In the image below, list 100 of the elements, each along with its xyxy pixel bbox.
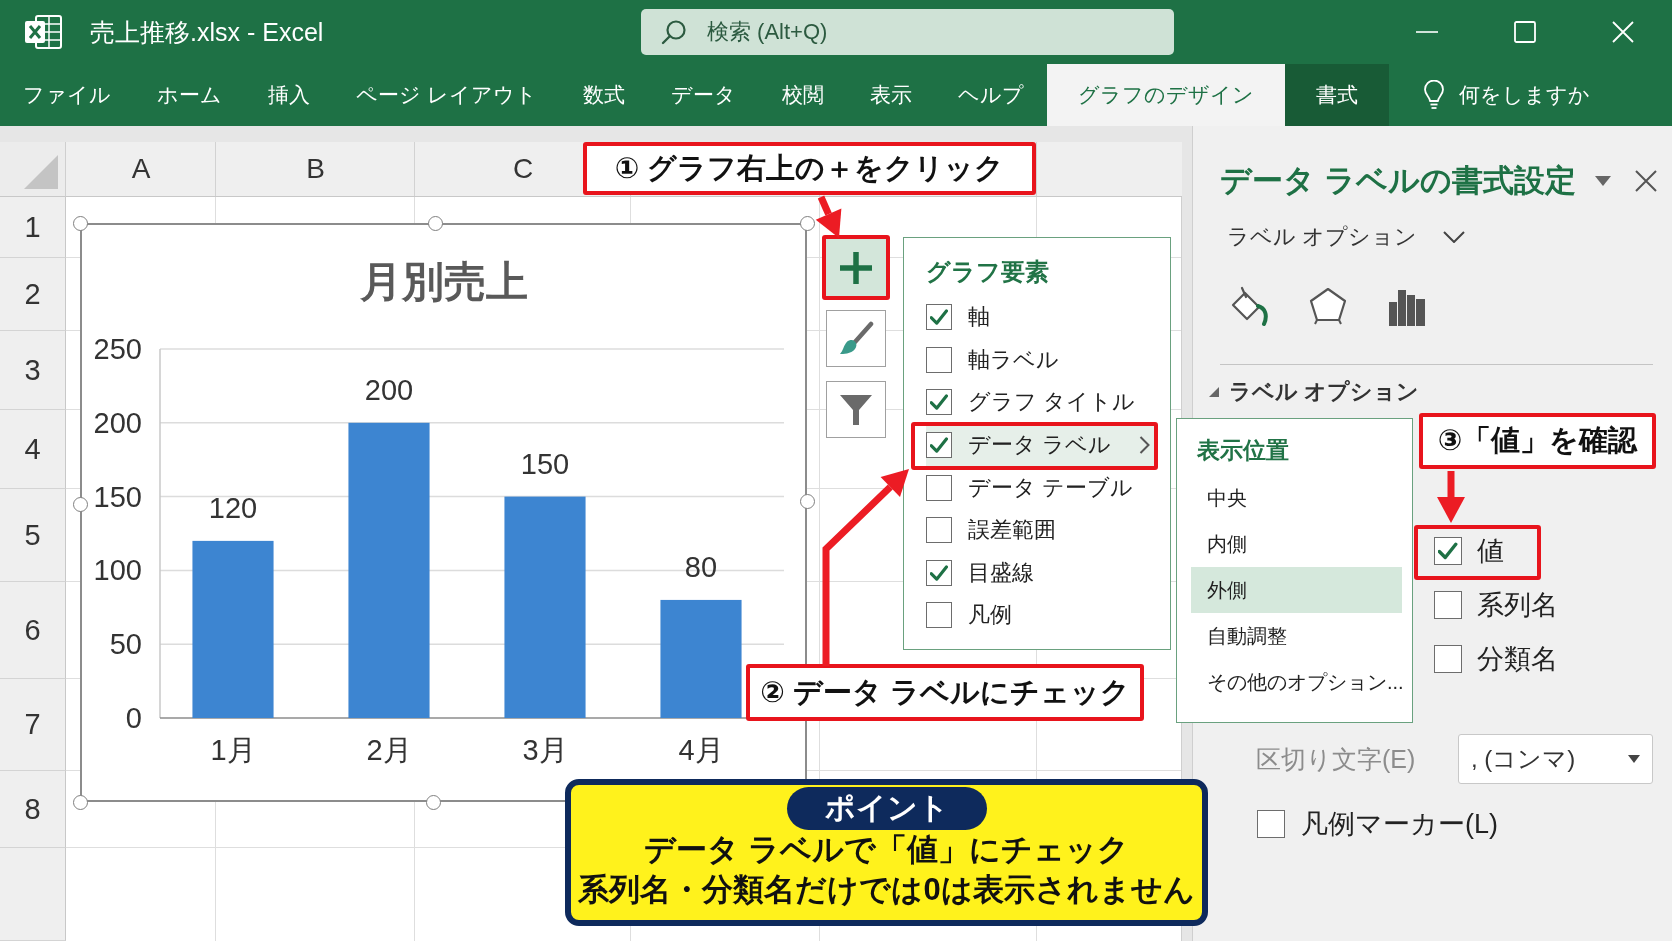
- row-header[interactable]: 3: [0, 331, 66, 410]
- row-header[interactable]: 1: [0, 197, 66, 258]
- ribbon-tab[interactable]: ページ レイアウト: [333, 64, 560, 126]
- field-label: 区切り文字(E): [1256, 743, 1416, 775]
- axis-tick-label: 100: [93, 554, 142, 587]
- category-label: 4月: [678, 734, 724, 766]
- brush-icon: [838, 320, 874, 357]
- section-header[interactable]: ラベル オプション: [1209, 378, 1420, 406]
- menu-item[interactable]: グラフ タイトル: [926, 381, 1166, 424]
- data-label: 80: [684, 550, 718, 583]
- row-header[interactable]: 2: [0, 258, 66, 331]
- checkbox[interactable]: [926, 474, 952, 501]
- column-header[interactable]: B: [306, 153, 325, 185]
- checkbox[interactable]: [926, 346, 952, 373]
- data-label: 150: [520, 447, 570, 480]
- row-header[interactable]: 8: [0, 771, 66, 848]
- lightbulb-icon: [1422, 80, 1445, 110]
- submenu-title: 表示位置: [1197, 435, 1289, 465]
- dropdown-caret-icon[interactable]: [1595, 176, 1611, 186]
- ribbon-tab[interactable]: グラフのデザイン: [1046, 64, 1285, 126]
- checkbox[interactable]: [1434, 591, 1462, 619]
- column-header[interactable]: A: [131, 153, 151, 185]
- row-header[interactable]: 6: [0, 582, 66, 679]
- axis-tick-label: 150: [93, 480, 142, 513]
- menu-item[interactable]: 軸ラベル: [926, 338, 1166, 382]
- ribbon-tab[interactable]: ヘルプ: [934, 64, 1047, 126]
- checkbox[interactable]: [926, 517, 952, 544]
- menu-item[interactable]: 目盛線: [926, 551, 1166, 595]
- spreadsheet-logo-icon: [24, 14, 62, 50]
- search-field[interactable]: 検索 (Alt+Q): [641, 9, 1174, 55]
- menu-item[interactable]: 凡例: [926, 594, 1166, 637]
- paint-bucket-icon[interactable]: [1229, 286, 1269, 326]
- checkbox-label: 値: [1477, 535, 1504, 568]
- menu-item[interactable]: データ ラベル: [926, 423, 1156, 467]
- caret-icon: [1628, 755, 1640, 763]
- plus-icon: [838, 249, 874, 286]
- menu-item[interactable]: 自動調整: [1191, 613, 1410, 659]
- row-header[interactable]: 4: [0, 410, 66, 489]
- checkmark-icon: [929, 563, 949, 582]
- maximize-icon: [1514, 21, 1536, 43]
- checkbox[interactable]: [926, 432, 952, 459]
- checkbox-label: 系列名: [1477, 589, 1558, 622]
- minimize-icon: [1416, 31, 1438, 33]
- ribbon-tab[interactable]: 表示: [846, 64, 935, 126]
- menu-item[interactable]: 軸: [926, 296, 1166, 339]
- data-label: 120: [208, 491, 258, 524]
- menu-item[interactable]: 内側: [1191, 521, 1410, 567]
- chart-elements-button[interactable]: [826, 239, 886, 296]
- menu-item[interactable]: 外側: [1191, 567, 1402, 613]
- checkbox[interactable]: [926, 559, 952, 586]
- close-icon: [1612, 21, 1634, 43]
- category-label: 2月: [366, 734, 412, 766]
- checkbox[interactable]: [1434, 537, 1462, 565]
- row-header[interactable]: 5: [0, 489, 66, 582]
- close-icon[interactable]: [1635, 170, 1657, 192]
- checkbox[interactable]: [1257, 810, 1285, 838]
- menu-item[interactable]: 誤差範囲: [926, 508, 1166, 552]
- checkbox[interactable]: [926, 304, 952, 331]
- menu-item[interactable]: 中央: [1191, 475, 1410, 521]
- arrow: [1437, 471, 1465, 523]
- checkmark-icon: [929, 308, 949, 327]
- ribbon-tab[interactable]: ファイル: [0, 64, 134, 126]
- ribbon-tab[interactable]: 挿入: [245, 64, 333, 126]
- tell-me-field[interactable]: 何をしますか: [1422, 80, 1590, 110]
- ribbon-tab[interactable]: データ: [647, 64, 759, 126]
- category-label: 3月: [522, 734, 568, 766]
- axis-tick-label: 200: [93, 406, 142, 439]
- checkmark-icon: [929, 435, 949, 455]
- checkbox[interactable]: [926, 389, 952, 416]
- ribbon-tab[interactable]: 書式: [1284, 64, 1389, 126]
- category-label: 1月: [210, 734, 256, 766]
- ribbon-tab[interactable]: 数式: [559, 64, 648, 126]
- checkbox[interactable]: [1434, 645, 1462, 673]
- point-text: データ ラベルで「値」にチェック: [644, 831, 1129, 869]
- window-title: 売上推移.xlsx - Excel: [90, 16, 324, 48]
- ribbon-tab[interactable]: 校閲: [758, 64, 847, 126]
- axis-tick-label: 0: [125, 702, 142, 734]
- checkbox-label: 分類名: [1477, 643, 1558, 676]
- point-text: 系列名・分類名だけでは0は表示されません: [578, 871, 1195, 909]
- axis-tick-label: 50: [109, 628, 142, 661]
- checkbox-label: 凡例マーカー(L): [1301, 808, 1498, 841]
- highlight-frame: [822, 235, 890, 300]
- column-header[interactable]: C: [512, 153, 534, 185]
- arrow: [815, 195, 842, 238]
- chart-styles-button[interactable]: [826, 310, 886, 367]
- pane-title: データ ラベルの書式設定: [1220, 162, 1576, 200]
- menu-item[interactable]: その他のオプション...: [1191, 659, 1410, 705]
- menu-item[interactable]: データ テーブル: [926, 466, 1166, 509]
- chart-title: 月別売上: [359, 258, 528, 305]
- chart-filters-button[interactable]: [826, 381, 886, 438]
- checkmark-icon: [929, 393, 949, 412]
- annotation-callout: ③「値」を確認: [1419, 413, 1656, 469]
- row-header[interactable]: 7: [0, 679, 66, 771]
- point-badge: ポイント: [786, 787, 987, 830]
- ribbon-tab[interactable]: ホーム: [134, 64, 245, 126]
- pentagon-icon[interactable]: [1308, 286, 1348, 326]
- checkbox[interactable]: [926, 602, 952, 629]
- chevron-right-icon: [1139, 435, 1150, 456]
- checkmark-icon: [1438, 541, 1458, 561]
- label-options-dropdown[interactable]: ラベル オプション: [1227, 217, 1466, 257]
